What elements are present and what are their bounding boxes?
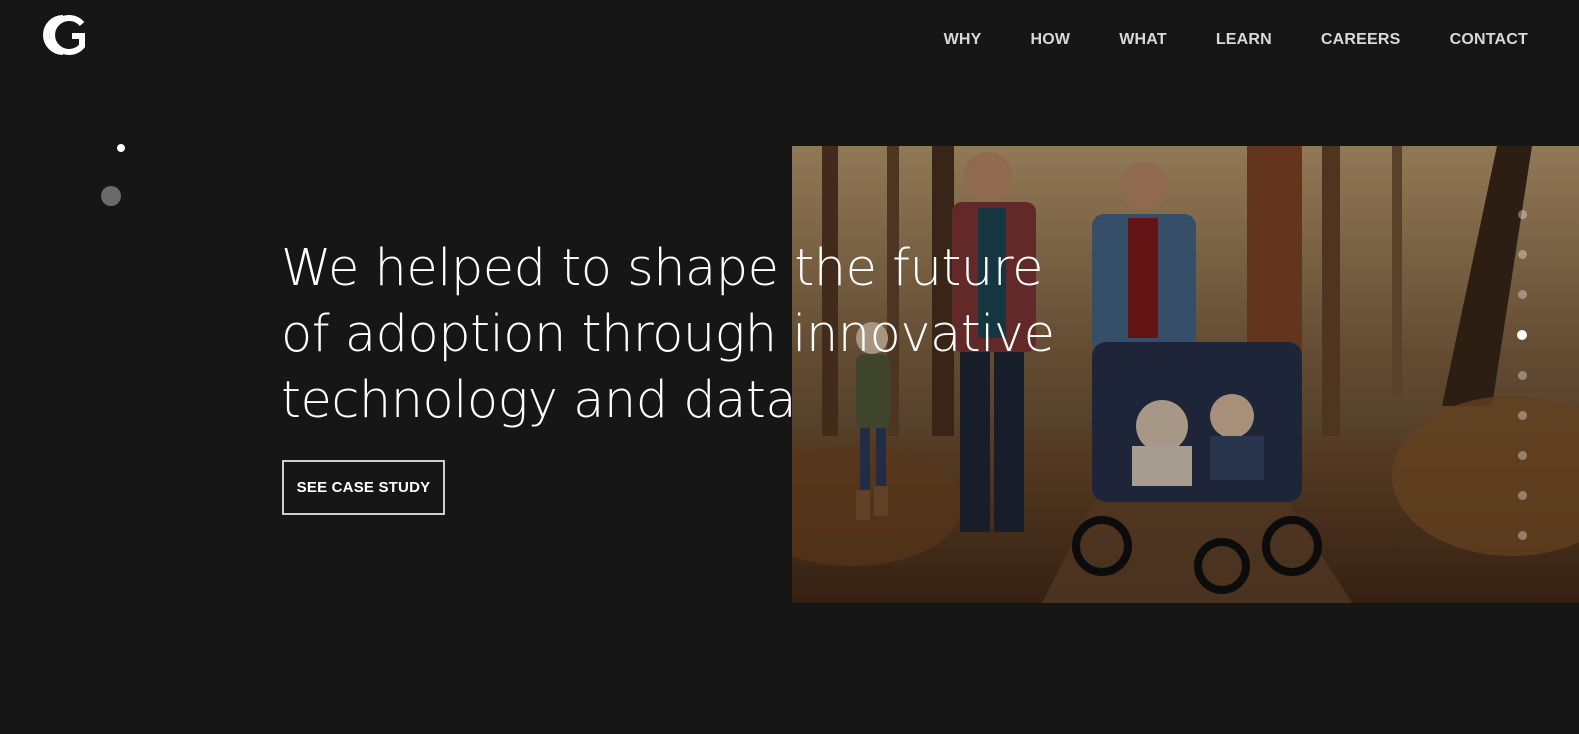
nav-link-how[interactable]: HOW [1031,30,1071,50]
hero-headline: We helped to shape the future of adoptio… [281,236,1055,434]
pagination-dot[interactable] [1518,371,1527,380]
pagination-dot[interactable] [1518,250,1527,259]
cg-monogram-logo-icon [43,15,85,55]
decor-dot-large [101,186,121,206]
nav-link-learn[interactable]: LEARN [1216,30,1272,50]
hero-headline-line: technology and data [281,371,797,430]
pagination-dot[interactable] [1518,491,1527,500]
hero-headline-line: We helped to shape the future [281,239,1043,298]
nav-link-careers[interactable]: CAREERS [1321,30,1401,50]
pagination-dot-active[interactable] [1517,330,1527,340]
page: WHY HOW WHAT LEARN CAREERS CONTACT We he… [0,0,1579,734]
pagination-dot[interactable] [1518,411,1527,420]
slide-pagination [1517,210,1529,571]
nav-link-contact[interactable]: CONTACT [1450,30,1528,50]
pagination-dot[interactable] [1518,531,1527,540]
nav-link-what[interactable]: WHAT [1119,30,1167,50]
pagination-dot[interactable] [1518,290,1527,299]
see-case-study-button[interactable]: SEE CASE STUDY [282,460,445,515]
main-nav: WHY HOW WHAT LEARN CAREERS CONTACT [895,30,1528,50]
pagination-dot[interactable] [1518,451,1527,460]
hero-headline-line: of adoption through innovative [281,305,1055,364]
decor-dot-small [117,144,125,152]
pagination-dot[interactable] [1518,210,1527,219]
nav-link-why[interactable]: WHY [944,30,982,50]
brand-logo[interactable] [38,12,88,58]
